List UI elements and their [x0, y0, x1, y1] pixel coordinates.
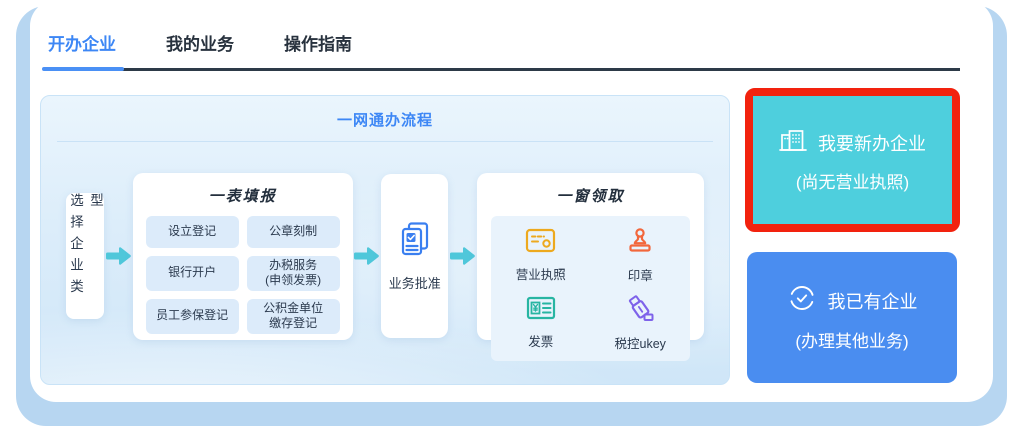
pickup-item-label: 印章: [628, 265, 653, 284]
tab-bar: 开办企业 我的业务 操作指南: [48, 30, 960, 71]
pickup-item-tax-ukey: 税控ukey: [590, 295, 690, 352]
approval-documents-icon: [397, 221, 433, 264]
pill-tax-service: 办税服务 (申领发票): [247, 256, 340, 291]
panel-title: 一网通办流程: [41, 96, 729, 130]
existing-enterprise-label: 我已有企业: [828, 288, 918, 314]
pill-establishment-registration: 设立登记: [146, 216, 239, 248]
pickup-item-seal: 印章: [590, 227, 690, 284]
process-flow: 选择企业类型 一表填报 设立登记 公章刻制 银行开户 办税服务 (申领发票) 员…: [41, 142, 729, 370]
invoice-icon: [526, 295, 556, 326]
new-enterprise-sublabel: (尚无营业执照): [796, 168, 909, 193]
one-form-items: 设立登记 公章刻制 银行开户 办税服务 (申领发票) 员工参保登记 公积金单位 …: [146, 216, 340, 334]
pickup-items: 营业执照 印章: [491, 216, 690, 361]
pickup-item-label: 发票: [528, 331, 553, 350]
existing-enterprise-sublabel: (办理其他业务): [795, 327, 908, 352]
tab-my-business[interactable]: 我的业务: [166, 30, 234, 68]
pill-bank-account: 银行开户: [146, 256, 239, 291]
flow-arrow-icon: [105, 246, 132, 266]
red-highlight-box: 我要新办企业 (尚无营业执照): [745, 88, 960, 232]
pickup-item-label: 营业执照: [516, 264, 566, 283]
one-net-process-panel: 一网通办流程 选择企业类型 一表填报 设立登记 公章刻制 银行: [40, 95, 730, 385]
step-select-enterprise-type: 选择企业类型: [66, 193, 104, 319]
content-area: 一网通办流程 选择企业类型 一表填报 设立登记 公章刻制 银行: [40, 95, 993, 385]
main-card: 开办企业 我的业务 操作指南 一网通办流程 选择企业类型 一表填报: [30, 0, 993, 402]
step-one-window-pickup: 一窗领取: [477, 173, 704, 340]
screenshot-stage: 开办企业 我的业务 操作指南 一网通办流程 选择企业类型 一表填报: [0, 0, 1015, 434]
pill-housing-fund: 公积金单位 缴存登记: [247, 299, 340, 334]
seal-icon: [626, 227, 654, 260]
one-window-title: 一窗领取: [477, 185, 704, 206]
pickup-item-invoice: 发票: [491, 295, 591, 352]
select-type-label: 选择企业类型: [65, 193, 105, 319]
circle-check-icon: [787, 283, 817, 318]
approval-label: 业务批准: [389, 273, 441, 292]
pickup-item-label: 税控ukey: [615, 333, 666, 352]
step-business-approval: 业务批准: [381, 174, 448, 338]
existing-enterprise-button[interactable]: 我已有企业 (办理其他业务): [747, 252, 957, 383]
office-building-icon: [779, 128, 807, 159]
flow-arrow-icon: [449, 246, 476, 266]
flow-arrow-icon: [353, 246, 380, 266]
tab-start-enterprise[interactable]: 开办企业: [48, 30, 116, 68]
new-enterprise-label: 我要新办企业: [818, 130, 926, 156]
pill-employee-insurance: 员工参保登记: [146, 299, 239, 334]
business-license-icon: [525, 227, 556, 259]
action-buttons-column: 我要新办企业 (尚无营业执照) 我已有企业: [745, 88, 960, 383]
tab-operation-guide[interactable]: 操作指南: [284, 30, 352, 68]
step-one-form-filing: 一表填报 设立登记 公章刻制 银行开户 办税服务 (申领发票) 员工参保登记 公…: [133, 173, 353, 340]
new-enterprise-button[interactable]: 我要新办企业 (尚无营业执照): [753, 96, 952, 224]
one-form-title: 一表填报: [133, 185, 353, 206]
tax-ukey-icon: [625, 295, 655, 328]
pill-seal-engraving: 公章刻制: [247, 216, 340, 248]
pickup-item-business-license: 营业执照: [491, 227, 591, 284]
